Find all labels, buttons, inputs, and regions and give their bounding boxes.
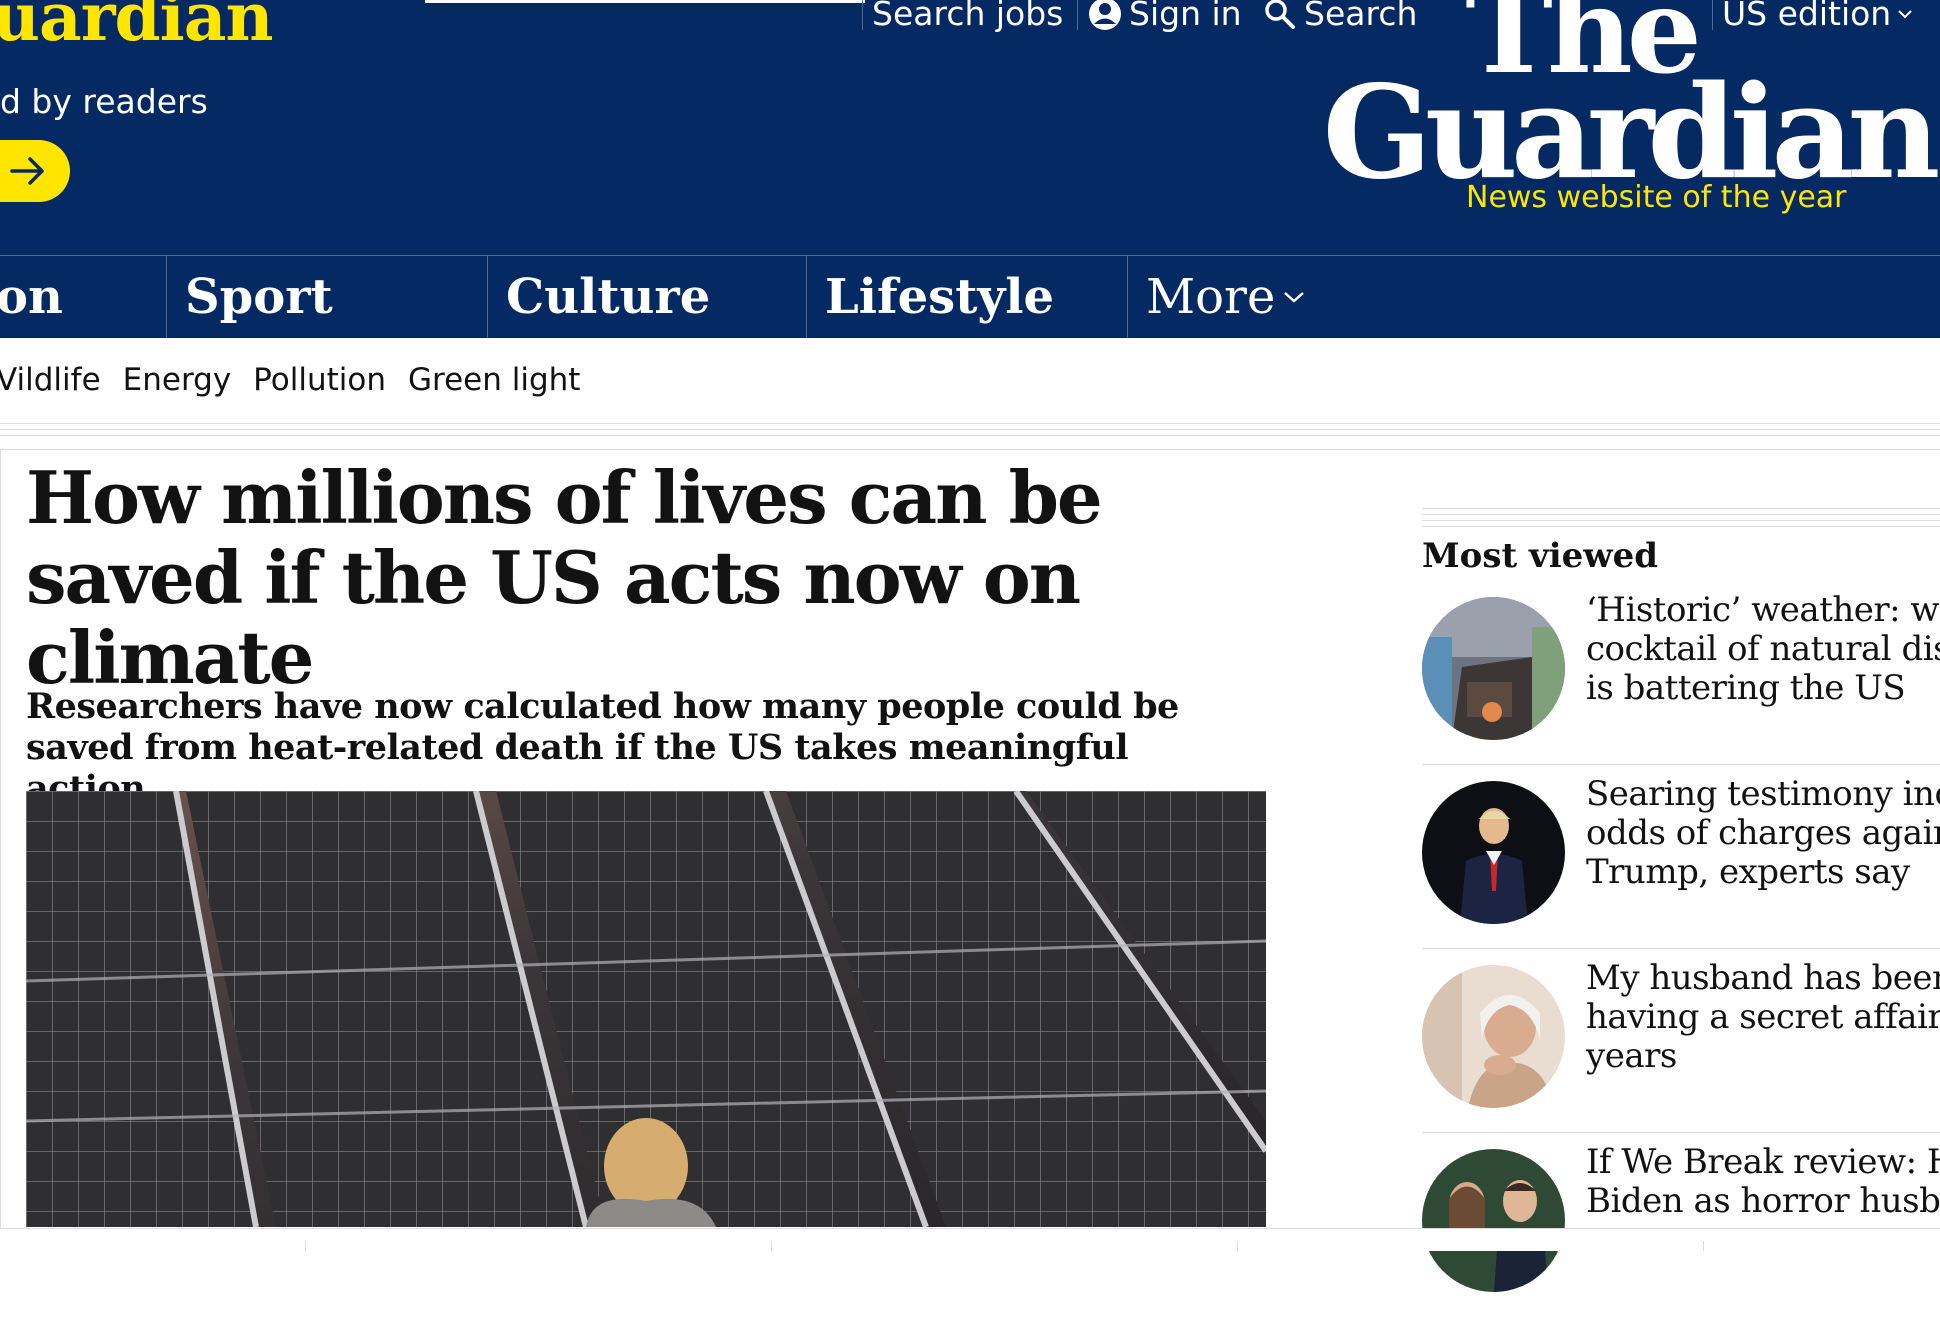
pillar-culture[interactable]: Culture — [487, 256, 710, 338]
edition-selector[interactable]: US edition — [1722, 0, 1913, 33]
chevron-down-icon — [1898, 9, 1912, 18]
bottom-edge — [0, 1228, 1940, 1251]
masthead: uardian d by readers Search jobs Sign in… — [0, 0, 1940, 255]
sub-nav: Vildlife Energy Pollution Green light — [0, 362, 580, 398]
divider — [0, 429, 1940, 430]
most-viewed-thumbnail — [1422, 597, 1565, 740]
logo-tagline: News website of the year — [1466, 180, 1847, 215]
article-headline: How millions of lives can be saved if th… — [26, 455, 1103, 700]
most-viewed-rules — [1422, 508, 1940, 532]
most-viewed-thumbnail — [1422, 1149, 1565, 1292]
pillar-opinion[interactable]: on — [0, 256, 63, 338]
support-button[interactable] — [0, 140, 70, 202]
most-viewed-thumbnail — [1422, 781, 1565, 924]
support-subtitle: d by readers — [0, 82, 208, 121]
subnav-pollution[interactable]: Pollution — [253, 362, 386, 398]
edition-label: US edition — [1722, 0, 1892, 33]
more-label: More — [1146, 269, 1276, 325]
most-viewed-item[interactable]: My husband has been having a secret affa… — [1422, 959, 1940, 1148]
sign-in-link[interactable]: Sign in — [1087, 0, 1242, 33]
pillar-nav: on Sport Culture Lifestyle More — [0, 255, 1940, 338]
most-viewed-title: My husband has been having a secret affa… — [1586, 958, 1940, 1076]
divider — [1422, 764, 1940, 765]
subnav-wildlife[interactable]: Vildlife — [0, 362, 101, 398]
search-jobs-label: Search jobs — [872, 0, 1064, 33]
chevron-down-icon — [1284, 292, 1305, 303]
divider — [1712, 0, 1713, 30]
most-viewed-title: If We Break review: Hun Biden as horror … — [1586, 1142, 1940, 1221]
support-title: uardian — [0, 0, 273, 56]
most-viewed-item[interactable]: Searing testimony incre odds of charges … — [1422, 775, 1940, 964]
arrow-right-icon — [10, 157, 44, 185]
divider — [1422, 948, 1940, 949]
divider — [862, 0, 863, 30]
divider — [1077, 0, 1078, 30]
divider — [0, 449, 1940, 450]
pillar-lifestyle[interactable]: Lifestyle — [806, 256, 1054, 338]
most-viewed-item[interactable]: ‘Historic’ weather: why cocktail of natu… — [1422, 591, 1940, 780]
most-viewed-title: ‘Historic’ weather: why cocktail of natu… — [1586, 590, 1940, 708]
most-viewed-heading: Most viewed — [1422, 536, 1658, 576]
pillar-sport[interactable]: Sport — [166, 256, 333, 338]
user-icon — [1089, 0, 1121, 30]
search-box-edge — [425, 0, 865, 3]
divider — [1422, 1132, 1940, 1133]
divider — [0, 423, 1940, 424]
most-viewed-title: Searing testimony incre odds of charges … — [1586, 774, 1940, 892]
logo-line-2: Guardian — [1322, 58, 1940, 208]
subnav-energy[interactable]: Energy — [123, 362, 232, 398]
search-jobs-link[interactable]: Search jobs — [872, 0, 1063, 33]
pillar-more[interactable]: More — [1127, 256, 1305, 338]
subnav-green-light[interactable]: Green light — [408, 362, 580, 398]
divider — [0, 435, 1940, 436]
column-edge — [0, 450, 1, 1230]
most-viewed-thumbnail — [1422, 965, 1565, 1108]
solar-panels-photo — [26, 791, 1266, 1227]
article-main-image[interactable] — [26, 791, 1266, 1227]
